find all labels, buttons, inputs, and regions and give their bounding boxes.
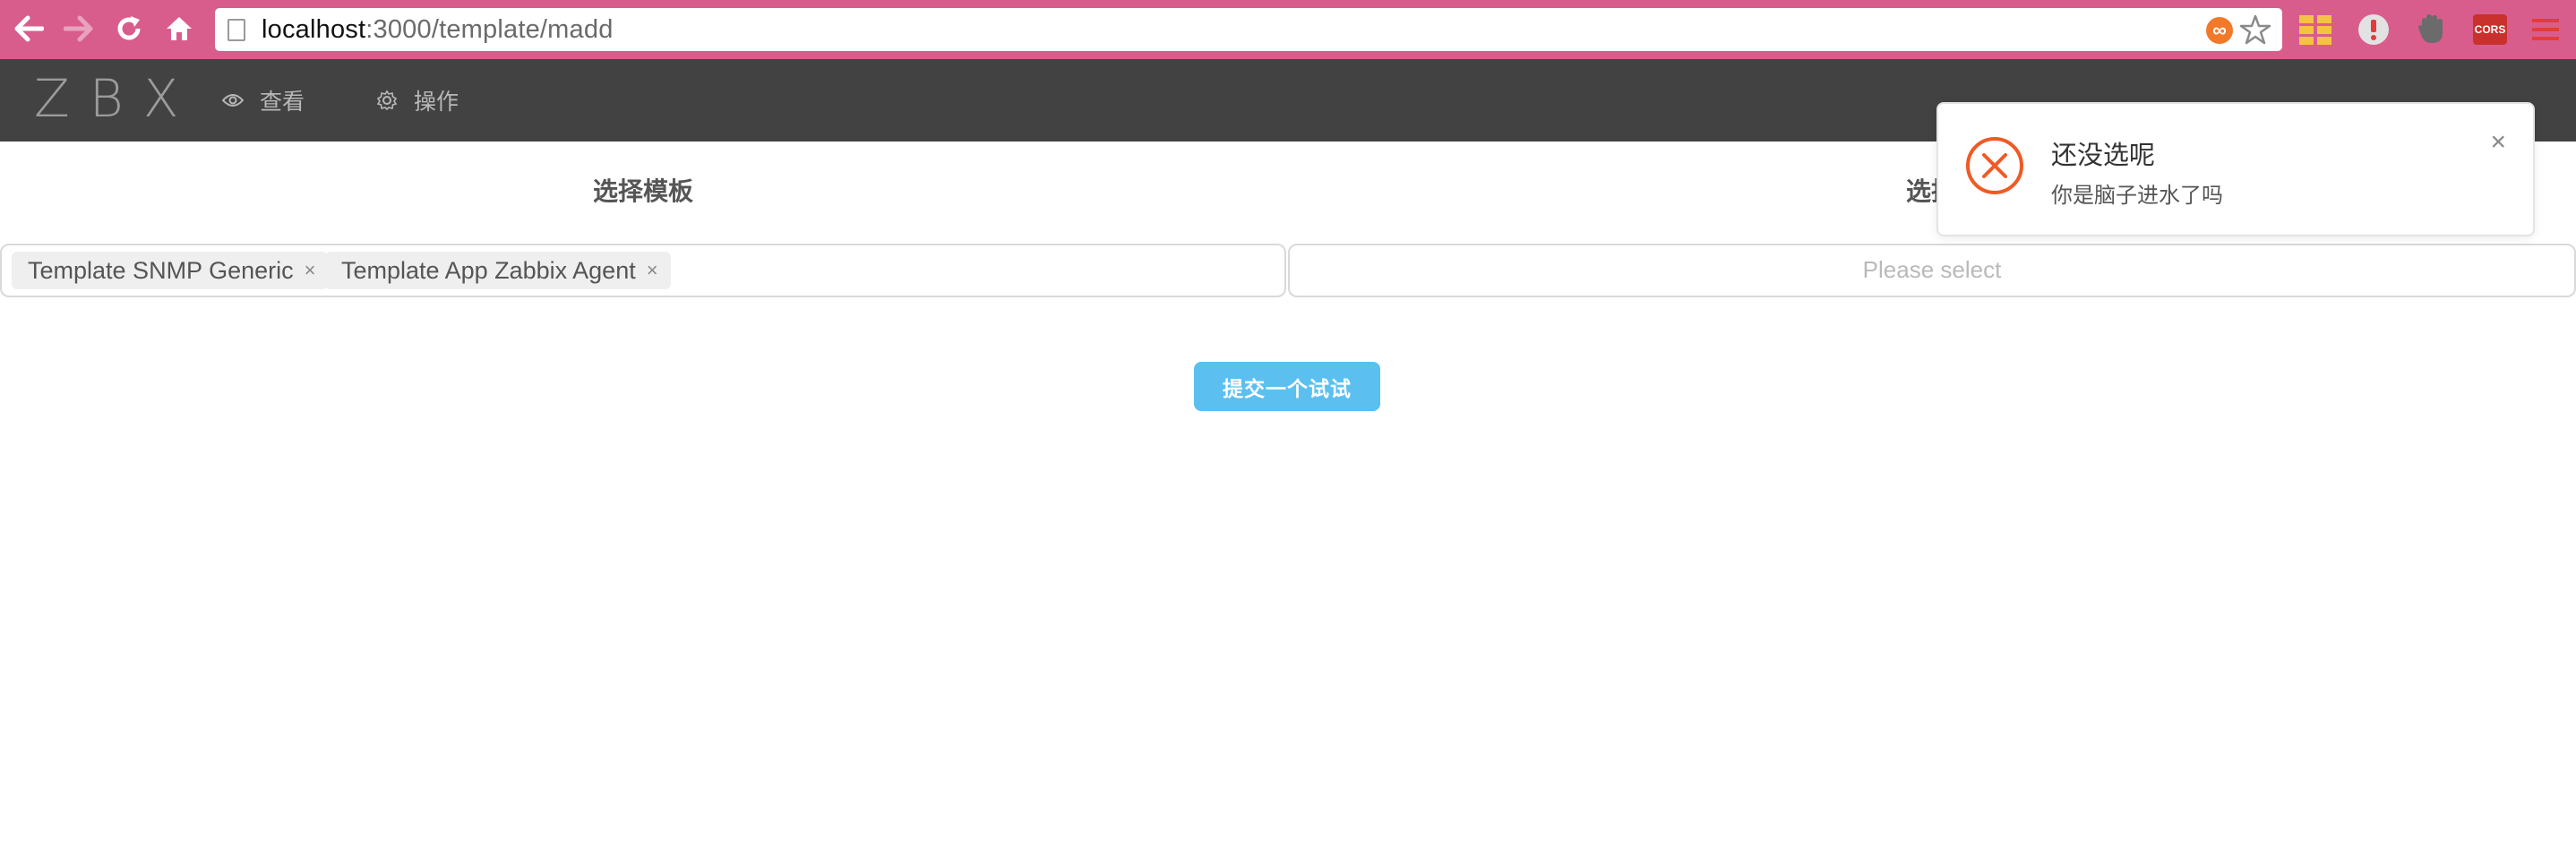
submit-button[interactable]: 提交一个试试 [1194,362,1380,411]
grid-extension-icon[interactable] [2297,12,2333,47]
selected-tag: Template App Zabbix Agent × [325,252,671,289]
gear-icon [376,90,398,111]
host-select[interactable]: Please select [1288,244,2576,297]
star-icon[interactable] [2239,13,2271,50]
close-icon[interactable]: × [2490,129,2506,156]
menu-item-view[interactable]: 查看 [222,84,305,116]
cors-extension-icon[interactable]: CORS [2472,12,2508,47]
tag-close-icon[interactable]: × [647,259,658,282]
error-notification: 还没选呢 你是脑子进水了吗 × [1936,102,2535,236]
error-circle-icon [1965,136,2024,200]
forward-icon[interactable] [61,11,97,47]
logo[interactable]: ZBX [34,68,198,129]
home-icon[interactable] [161,11,197,47]
tag-label: Template App Zabbix Agent [341,256,636,284]
menu-item-label: 查看 [260,90,305,115]
menu-item-label: 操作 [414,90,459,115]
template-select-title: 选择模板 [592,177,693,205]
select-placeholder: Please select [1862,256,2002,283]
address-bar[interactable]: localhost:3000/template/madd ∞ [215,8,2282,51]
tag-close-icon[interactable]: × [305,259,316,282]
notification-title: 还没选呢 [2051,142,2156,170]
notification-description: 你是脑子进水了吗 [2051,184,2223,208]
glove-extension-icon[interactable] [2414,12,2450,47]
reload-icon[interactable] [111,11,147,47]
tag-label: Template SNMP Generic [28,256,294,284]
url-text[interactable]: localhost:3000/template/madd [262,15,614,45]
selected-tag: Template SNMP Generic × [12,252,329,289]
menu-icon[interactable] [2528,12,2563,47]
template-multiselect[interactable]: Template SNMP Generic × Template App Zab… [0,244,1286,297]
back-icon[interactable] [11,11,47,47]
infinity-icon[interactable]: ∞ [2206,17,2233,44]
menu-item-operate[interactable]: 操作 [376,84,459,116]
page-icon [228,19,245,41]
alert-extension-icon[interactable] [2356,12,2391,47]
browser-toolbar: localhost:3000/template/madd ∞ CORS [0,0,2576,59]
eye-icon [222,94,244,107]
